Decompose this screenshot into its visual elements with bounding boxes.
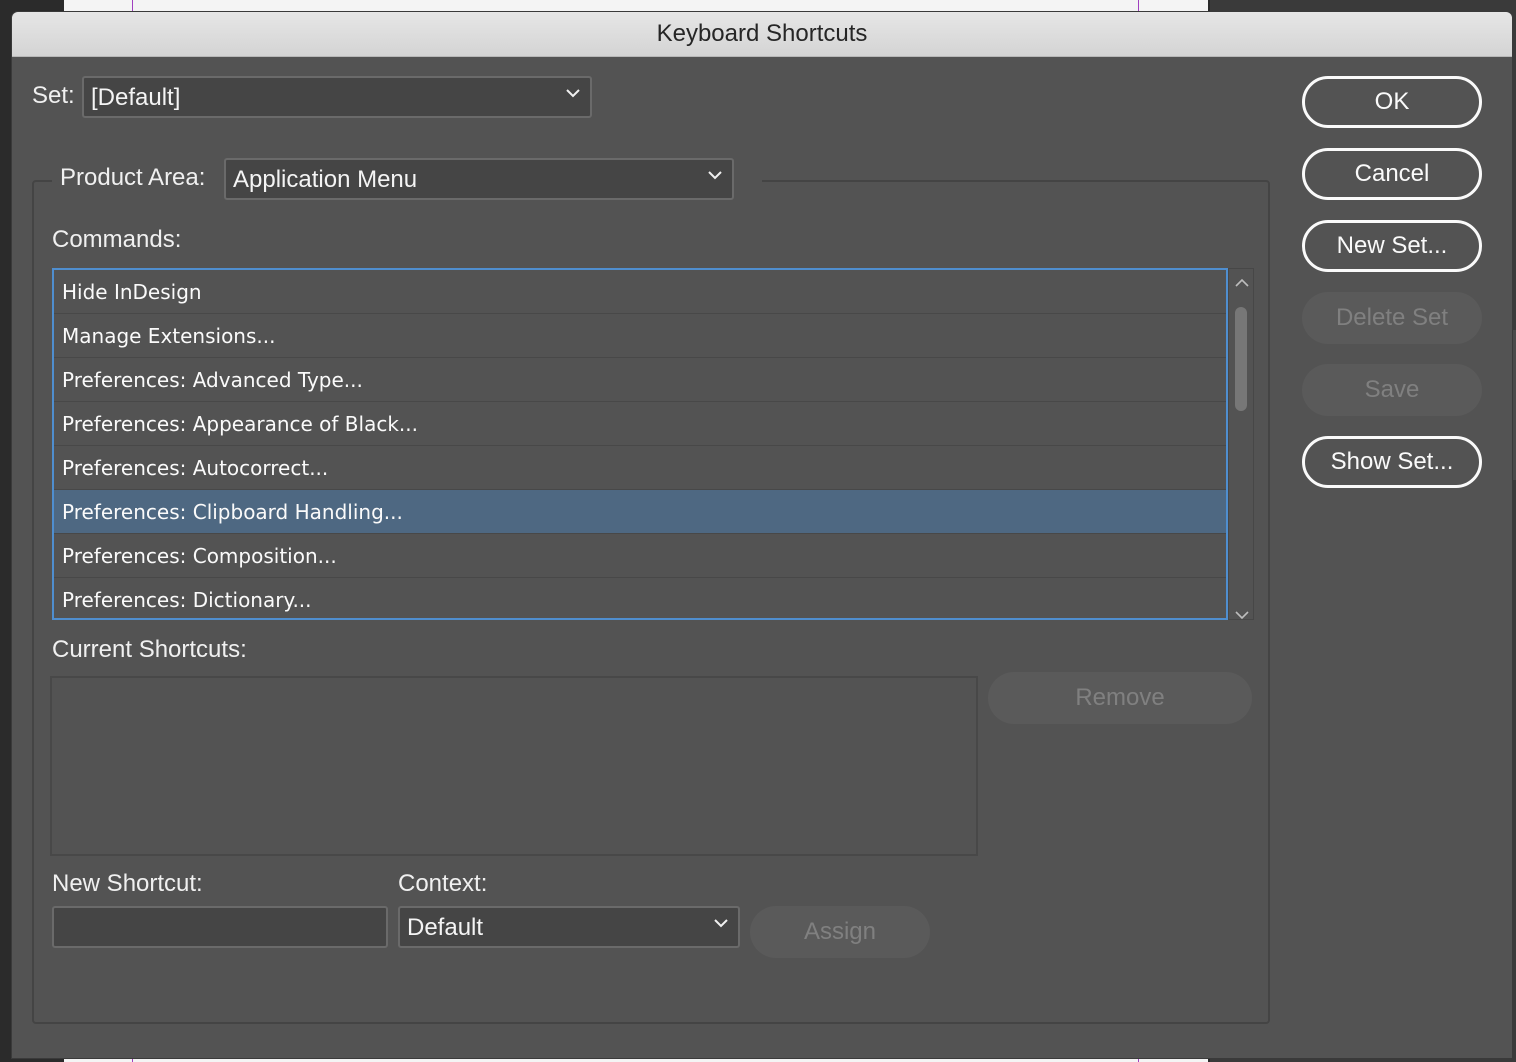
command-list-item[interactable]: Preferences: Appearance of Black...: [54, 402, 1226, 446]
assign-button[interactable]: Assign: [750, 906, 930, 958]
product-area-label: Product Area:: [60, 164, 206, 191]
command-list-item[interactable]: Hide InDesign: [54, 270, 1226, 314]
product-area-dropdown[interactable]: Application Menu: [224, 158, 734, 200]
scrollbar-thumb[interactable]: [1235, 307, 1247, 411]
command-list-item[interactable]: Preferences: Clipboard Handling...: [54, 490, 1226, 534]
delete-set-button[interactable]: Delete Set: [1302, 292, 1482, 344]
set-value: [Default]: [91, 84, 181, 111]
context-value: Default: [407, 914, 484, 941]
show-set-button[interactable]: Show Set...: [1302, 436, 1482, 488]
new-shortcut-label: New Shortcut:: [52, 870, 203, 897]
product-area-value: Application Menu: [233, 166, 418, 193]
chevron-down-icon: [566, 88, 580, 100]
save-button[interactable]: Save: [1302, 364, 1482, 416]
chevron-down-icon: [708, 170, 722, 182]
chevron-down-icon[interactable]: [1235, 605, 1249, 620]
command-list-item[interactable]: Manage Extensions...: [54, 314, 1226, 358]
dialog-title: Keyboard Shortcuts: [12, 12, 1512, 57]
new-set-button[interactable]: New Set...: [1302, 220, 1482, 272]
current-shortcuts-label: Current Shortcuts:: [52, 636, 247, 663]
set-dropdown[interactable]: [Default]: [82, 76, 592, 118]
keyboard-shortcuts-dialog: Keyboard Shortcuts Set: [Default] Produc…: [12, 12, 1512, 1058]
chevron-up-icon[interactable]: [1235, 273, 1249, 287]
set-label: Set:: [32, 82, 75, 109]
chevron-down-icon: [714, 918, 728, 930]
command-list-item[interactable]: Preferences: Autocorrect...: [54, 446, 1226, 490]
command-list-item[interactable]: Preferences: Advanced Type...: [54, 358, 1226, 402]
ok-button[interactable]: OK: [1302, 76, 1482, 128]
current-shortcuts-list[interactable]: [50, 676, 978, 856]
commands-list[interactable]: Hide InDesign Manage Extensions... Prefere…: [52, 268, 1228, 620]
context-dropdown[interactable]: Default: [398, 906, 740, 948]
new-shortcut-input[interactable]: [52, 906, 388, 948]
remove-button[interactable]: Remove: [988, 672, 1252, 724]
command-list-item[interactable]: Preferences: Composition...: [54, 534, 1226, 578]
command-list-item[interactable]: Preferences: Dictionary...: [54, 578, 1226, 618]
commands-scrollbar[interactable]: [1228, 268, 1254, 620]
context-label: Context:: [398, 870, 488, 897]
commands-label: Commands:: [52, 226, 182, 253]
cancel-button[interactable]: Cancel: [1302, 148, 1482, 200]
